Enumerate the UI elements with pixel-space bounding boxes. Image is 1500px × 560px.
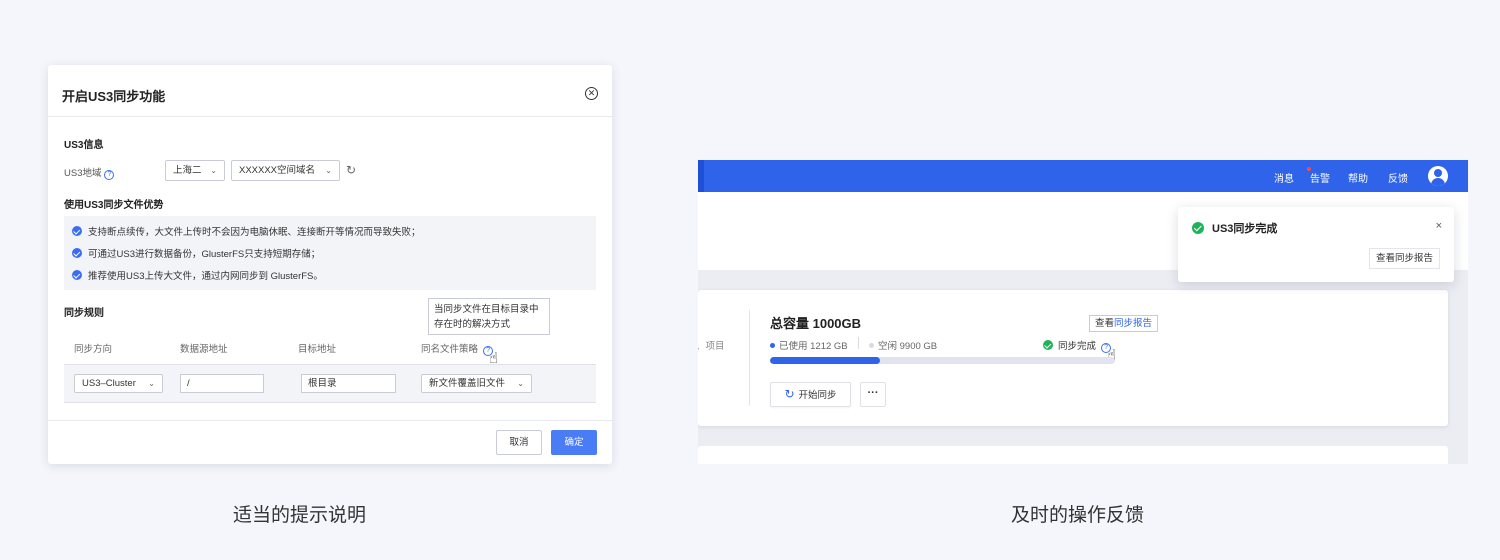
- dot-icon: [869, 343, 874, 348]
- check-circle-icon: [72, 270, 82, 280]
- region-select-value: 上海二: [173, 165, 202, 176]
- region-label-text: US3地域: [64, 168, 102, 179]
- report-prefix: 查看: [1095, 318, 1115, 329]
- chevron-down-icon: ⌄: [325, 166, 332, 175]
- refresh-icon: ↻: [784, 387, 795, 401]
- report-link[interactable]: 同步报告: [1114, 318, 1152, 329]
- section-advantages: 使用US3同步文件优势: [64, 200, 164, 211]
- divider: [749, 310, 750, 406]
- tooltip-line: 当同步文件在目标目录中: [434, 304, 539, 315]
- column-header-direction: 同步方向: [74, 344, 113, 355]
- close-icon[interactable]: ✕: [585, 87, 598, 100]
- dialog-footer: 取消 确定: [48, 420, 612, 464]
- strategy-tooltip: 当同步文件在目标目录中 存在时的解决方式: [428, 298, 550, 335]
- domain-select[interactable]: XXXXXX空间域名 ⌄: [231, 160, 340, 181]
- legend-used-text: 已使用 1212 GB: [779, 341, 848, 352]
- breadcrumb: 、项目: [698, 341, 725, 352]
- list-item: 支持断点续传，大文件上传时不会因为电脑休眠、连接断开等情况而导致失败；: [72, 224, 421, 238]
- success-icon: [1043, 340, 1053, 350]
- nav-messages[interactable]: 消息: [1274, 170, 1294, 185]
- dialog-header: 开启US3同步功能 ✕: [48, 65, 612, 117]
- column-header-strategy: 同名文件策略?: [421, 341, 494, 356]
- notification-title-text: US3同步完成: [1212, 223, 1278, 235]
- nav-feedback[interactable]: 反馈: [1388, 170, 1408, 185]
- source-address-input[interactable]: /: [180, 374, 264, 393]
- table-row: US3–Cluster ⌄ / 根目录 新文件覆盖旧文件 ⌄: [64, 364, 596, 403]
- advantages-box: 支持断点续传，大文件上传时不会因为电脑休眠、连接断开等情况而导致失败； 可通过U…: [64, 216, 596, 290]
- list-item: 可通过US3进行数据备份，GlusterFS只支持短期存储；: [72, 246, 320, 260]
- strategy-value: 新文件覆盖旧文件: [429, 378, 506, 389]
- sync-notification: US3同步完成 × 查看同步报告: [1178, 207, 1454, 282]
- nav-alerts[interactable]: 告警: [1310, 170, 1330, 185]
- direction-select[interactable]: US3–Cluster ⌄: [74, 374, 163, 393]
- advantage-text: 可通过US3进行数据备份，GlusterFS只支持短期存储；: [88, 249, 321, 260]
- column-header-strategy-text: 同名文件策略: [421, 344, 479, 355]
- capacity-title: 总容量 1000GB: [770, 316, 862, 331]
- legend-free-text: 空闲 9900 GB: [878, 341, 938, 352]
- advantage-text: 支持断点续传，大文件上传时不会因为电脑休眠、连接断开等情况而导致失败；: [88, 227, 421, 238]
- section-us3-info: US3信息: [64, 140, 104, 151]
- tooltip-line: 存在时的解决方式: [434, 319, 511, 330]
- column-header-target: 目标地址: [298, 344, 337, 355]
- chevron-down-icon: ⌄: [210, 166, 217, 175]
- list-item: 推荐使用US3上传大文件，通过内网同步到 GlusterFS。: [72, 268, 323, 282]
- help-icon[interactable]: ?: [104, 170, 115, 180]
- avatar[interactable]: [1428, 166, 1448, 186]
- direction-value: US3–Cluster: [82, 378, 136, 389]
- usage-progress-bar: [770, 357, 1115, 364]
- domain-select-value: XXXXXX空间域名: [239, 165, 316, 176]
- sync-status: 同步完成?: [1043, 338, 1112, 353]
- view-report-button[interactable]: 查看同步报告: [1089, 315, 1159, 332]
- navbar-strip: [698, 160, 704, 192]
- section-rules: 同步规则: [64, 308, 104, 319]
- confirm-button[interactable]: 确定: [551, 430, 597, 455]
- check-circle-icon: [72, 226, 82, 236]
- legend-free: 空闲 9900 GB: [869, 338, 937, 352]
- region-label: US3地域?: [64, 165, 115, 180]
- sync-dialog: 开启US3同步功能 ✕ US3信息 US3地域? 上海二 ⌄ XXXXXX空间域…: [48, 65, 612, 464]
- target-address-input[interactable]: 根目录: [301, 374, 396, 393]
- cancel-button[interactable]: 取消: [496, 430, 542, 455]
- close-icon[interactable]: ×: [1436, 220, 1442, 232]
- chevron-down-icon: ⌄: [517, 379, 524, 388]
- refresh-icon[interactable]: ↻: [346, 163, 356, 177]
- legend-used: 已使用 1212 GB: [770, 338, 848, 352]
- usage-progress-fill: [770, 357, 881, 364]
- notification-title: US3同步完成: [1192, 220, 1277, 236]
- nav-help[interactable]: 帮助: [1348, 170, 1368, 185]
- view-sync-report-button[interactable]: 查看同步报告: [1369, 248, 1441, 269]
- start-sync-label: 开始同步: [798, 390, 837, 401]
- top-navbar: 消息 告警 帮助 反馈: [698, 160, 1468, 192]
- more-button[interactable]: ···: [860, 382, 886, 407]
- dot-icon: [770, 343, 775, 348]
- column-header-source: 数据源地址: [180, 344, 228, 355]
- start-sync-button[interactable]: ↻ 开始同步: [770, 382, 851, 407]
- sync-status-text: 同步完成: [1058, 341, 1097, 352]
- dialog-title: 开启US3同步功能: [62, 89, 166, 104]
- storage-card: 、项目 总容量 1000GB 已使用 1212 GB 空闲 9900 GB 查看…: [698, 290, 1448, 426]
- check-circle-icon: [72, 248, 82, 258]
- success-icon: [1192, 222, 1204, 234]
- strategy-select[interactable]: 新文件覆盖旧文件 ⌄: [421, 374, 532, 393]
- console-view: 消息 告警 帮助 反馈 、项目 总容量 1000GB 已使用 1212 GB 空…: [698, 160, 1468, 464]
- region-select[interactable]: 上海二 ⌄: [165, 160, 225, 181]
- chevron-down-icon: ⌄: [148, 379, 155, 388]
- caption-left: 适当的提示说明: [233, 505, 367, 526]
- second-card: [698, 446, 1448, 464]
- caption-right: 及时的操作反馈: [1011, 505, 1145, 526]
- avatar-head: [1434, 169, 1442, 177]
- avatar-body: [1431, 178, 1445, 186]
- advantage-text: 推荐使用US3上传大文件，通过内网同步到 GlusterFS。: [88, 271, 323, 282]
- divider: [858, 337, 859, 349]
